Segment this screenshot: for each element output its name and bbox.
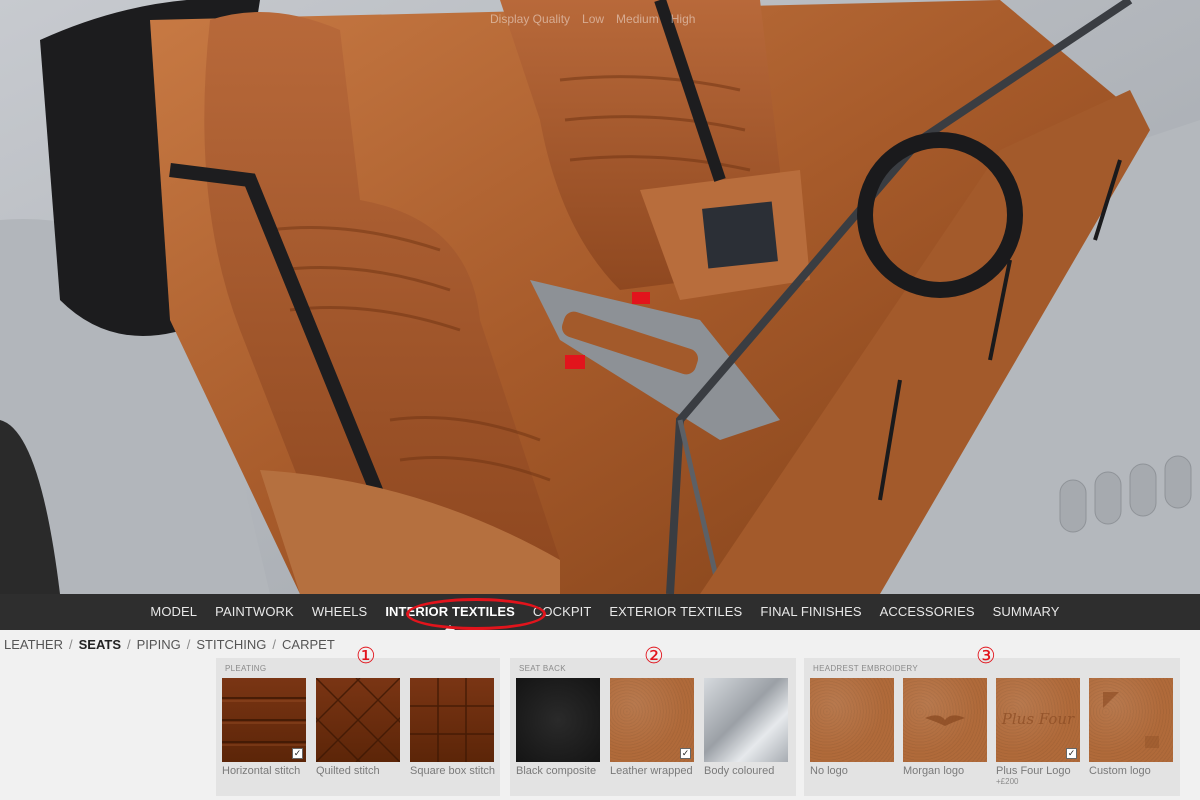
horizontal-stitch-thumbnail: ✓	[222, 678, 306, 762]
subnav-separator: /	[127, 637, 131, 652]
option-morgan-logo[interactable]: Morgan logo	[903, 678, 987, 786]
subnav-seats[interactable]: SEATS	[79, 637, 121, 652]
car-render-illustration	[0, 0, 1200, 594]
subnav-stitching[interactable]: STITCHING	[196, 637, 266, 652]
option-quilted-stitch[interactable]: Quilted stitch	[316, 678, 400, 777]
display-quality-label: Display Quality	[490, 12, 571, 26]
pleating-panel: ① PLEATING ✓ Horizontal stitch Quilted s…	[216, 644, 500, 796]
selected-check-icon: ✓	[680, 748, 691, 759]
nav-wheels[interactable]: WHEELS	[303, 594, 377, 630]
option-no-logo[interactable]: No logo	[810, 678, 894, 786]
option-caption: Custom logo	[1089, 765, 1151, 777]
plus-four-logo-thumbnail: Plus Four ✓	[996, 678, 1080, 762]
quilted-stitch-pattern	[316, 678, 400, 762]
option-caption: Quilted stitch	[316, 765, 380, 777]
nav-model[interactable]: MODEL	[141, 594, 206, 630]
option-price: +£200	[996, 777, 1019, 786]
subnav-separator: /	[272, 637, 277, 652]
nav-cockpit[interactable]: COCKPIT	[524, 594, 600, 630]
panel-title: HEADREST EMBROIDERY	[813, 664, 918, 673]
subnav-separator: /	[69, 637, 73, 652]
option-plus-four-logo[interactable]: Plus Four ✓ Plus Four Logo +£200	[996, 678, 1080, 786]
leather-wrapped-thumbnail: ✓	[610, 678, 694, 762]
option-black-composite[interactable]: Black composite	[516, 678, 600, 777]
quilted-stitch-thumbnail	[316, 678, 400, 762]
subnav-separator: /	[186, 637, 191, 652]
headrest-embroidery-panel: ③ HEADREST EMBROIDERY No logo Morgan log…	[804, 644, 1180, 796]
option-square-box-stitch[interactable]: Square box stitch	[410, 678, 495, 777]
option-caption: Black composite	[516, 765, 597, 777]
nav-interior-textiles[interactable]: INTERIOR TEXTILES	[376, 594, 524, 631]
option-caption: Horizontal stitch	[222, 765, 301, 777]
nav-final-finishes[interactable]: FINAL FINISHES	[751, 594, 870, 630]
square-box-stitch-thumbnail	[410, 678, 494, 762]
panel-number-marker: ②	[644, 644, 664, 669]
option-caption: Plus Four Logo	[996, 765, 1071, 777]
option-horizontal-stitch[interactable]: ✓ Horizontal stitch	[222, 678, 306, 777]
subnav-carpet[interactable]: CARPET	[282, 637, 335, 652]
square-box-stitch-pattern	[410, 678, 494, 762]
interior-subnav: LEATHER / SEATS / PIPING / STITCHING / C…	[4, 637, 335, 652]
option-caption: No logo	[810, 765, 848, 777]
plus-four-embroidery-text: Plus Four	[1001, 710, 1075, 728]
option-custom-logo[interactable]: Custom logo	[1089, 678, 1173, 786]
seat-back-panel: ② SEAT BACK Black composite ✓ Leather wr…	[510, 644, 796, 796]
selected-check-icon: ✓	[1066, 748, 1077, 759]
option-body-coloured[interactable]: Body coloured	[704, 678, 788, 777]
panel-number-marker: ①	[356, 644, 376, 669]
no-logo-thumbnail	[810, 678, 894, 762]
morgan-wings-logo-icon	[925, 715, 965, 726]
option-caption: Morgan logo	[903, 765, 965, 777]
subnav-leather[interactable]: LEATHER	[4, 637, 63, 652]
body-coloured-thumbnail	[704, 678, 788, 762]
subnav-piping[interactable]: PIPING	[137, 637, 181, 652]
display-quality-selector: Display Quality Low Medium High	[490, 12, 695, 26]
nav-accessories[interactable]: ACCESSORIES	[871, 594, 984, 630]
option-caption: Body coloured	[704, 765, 775, 777]
nav-exterior-textiles[interactable]: EXTERIOR TEXTILES	[600, 594, 751, 630]
option-leather-wrapped[interactable]: ✓ Leather wrapped	[610, 678, 694, 777]
car-interior-render[interactable]: Display Quality Low Medium High	[0, 0, 1200, 594]
quality-option-medium[interactable]: Medium	[616, 12, 659, 26]
panel-title: PLEATING	[225, 664, 267, 673]
custom-logo-icon	[1103, 692, 1159, 748]
panel-number-marker: ③	[976, 644, 996, 669]
quality-option-high[interactable]: High	[671, 12, 696, 26]
nav-summary[interactable]: SUMMARY	[984, 594, 1069, 630]
quality-option-low[interactable]: Low	[582, 12, 604, 26]
custom-logo-thumbnail	[1089, 678, 1173, 762]
morgan-logo-thumbnail	[903, 678, 987, 762]
configurator-nav: MODEL PAINTWORK WHEELS INTERIOR TEXTILES…	[0, 594, 1200, 631]
selected-check-icon: ✓	[292, 748, 303, 759]
panel-title: SEAT BACK	[519, 664, 566, 673]
option-caption: Square box stitch	[410, 765, 495, 777]
nav-paintwork[interactable]: PAINTWORK	[206, 594, 303, 630]
black-composite-thumbnail	[516, 678, 600, 762]
option-caption: Leather wrapped	[610, 765, 693, 777]
